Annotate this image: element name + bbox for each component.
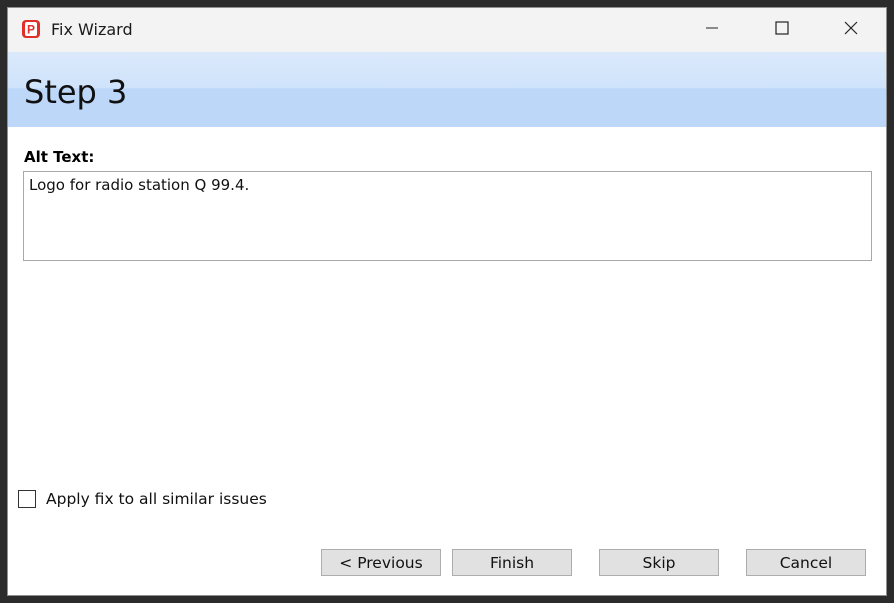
pdf-app-icon: P xyxy=(21,19,41,39)
window-title: Fix Wizard xyxy=(51,20,133,39)
close-button[interactable] xyxy=(816,8,886,52)
minimize-button[interactable] xyxy=(677,8,747,52)
minimize-icon xyxy=(704,20,720,40)
apply-all-label[interactable]: Apply fix to all similar issues xyxy=(46,490,267,508)
alt-text-input[interactable]: Logo for radio station Q 99.4. xyxy=(23,171,872,261)
previous-button[interactable]: < Previous xyxy=(321,549,441,576)
maximize-icon xyxy=(774,20,790,40)
skip-button[interactable]: Skip xyxy=(599,549,719,576)
title-bar[interactable]: P Fix Wizard xyxy=(8,8,886,52)
close-icon xyxy=(843,20,859,40)
step-title: Step 3 xyxy=(24,73,128,111)
cancel-button[interactable]: Cancel xyxy=(746,549,866,576)
svg-text:P: P xyxy=(27,23,35,37)
apply-all-checkbox[interactable] xyxy=(18,490,36,508)
maximize-button[interactable] xyxy=(747,8,817,52)
finish-button[interactable]: Finish xyxy=(452,549,572,576)
wizard-header: Step 3 xyxy=(8,52,886,127)
alt-text-label: Alt Text: xyxy=(24,148,95,166)
apply-all-checkbox-row[interactable]: Apply fix to all similar issues xyxy=(18,490,267,508)
fix-wizard-window: P Fix Wizard Step 3 Alt Text: Logo for r… xyxy=(7,7,887,596)
